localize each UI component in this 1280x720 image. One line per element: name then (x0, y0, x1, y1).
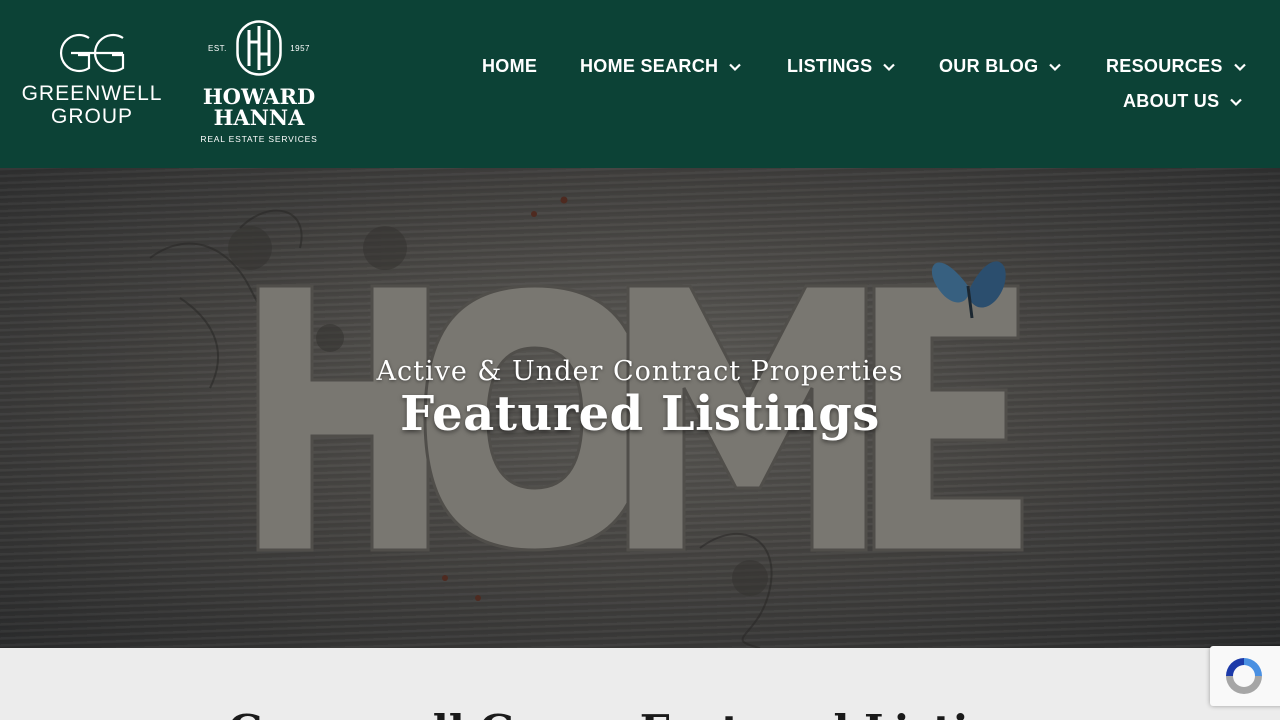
hero-title: Featured Listings (400, 386, 880, 442)
chevron-down-icon (1233, 60, 1247, 74)
chevron-down-icon (1048, 60, 1062, 74)
howard-hanna-wordmark: HOWARD HANNA (196, 86, 322, 128)
nav-our-blog[interactable]: OUR BLOG (939, 56, 1062, 77)
featured-listings-section: Greenwell Group Featured Listings (0, 648, 1280, 720)
nav-listings[interactable]: LISTINGS (787, 56, 896, 77)
nav-home-search-label: HOME SEARCH (580, 56, 719, 76)
recaptcha-badge[interactable] (1210, 646, 1280, 706)
hh-name-line1: HOWARD (202, 84, 316, 109)
nav-home-label: HOME (482, 56, 538, 76)
nav-about-us[interactable]: ABOUT US (1123, 91, 1243, 112)
greenwell-wordmark: GREENWELL GROUP (20, 82, 164, 128)
site-header: GREENWELL GROUP EST. 1957 HOWARD HANNA R… (0, 0, 1280, 168)
hh-tagline: REAL ESTATE SERVICES (200, 134, 318, 144)
howard-hanna-monogram-icon (236, 20, 282, 76)
greenwell-monogram-icon (59, 33, 125, 73)
hero-subtitle: Active & Under Contract Properties (376, 356, 904, 387)
chevron-down-icon (1229, 95, 1243, 109)
nav-resources[interactable]: RESOURCES (1106, 56, 1247, 77)
hh-name-line2: HANNA (213, 105, 305, 130)
nav-home-search[interactable]: HOME SEARCH (580, 56, 742, 77)
hh-est-label: EST. (208, 44, 227, 53)
nav-home[interactable]: HOME (482, 56, 537, 77)
nav-our-blog-label: OUR BLOG (939, 56, 1039, 76)
recaptcha-icon (1226, 658, 1262, 694)
chevron-down-icon (728, 60, 742, 74)
hh-year-label: 1957 (290, 44, 310, 53)
nav-listings-label: LISTINGS (787, 56, 873, 76)
chevron-down-icon (882, 60, 896, 74)
greenwell-group-logo[interactable]: GREENWELL GROUP (20, 30, 164, 130)
greenwell-line1: GREENWELL (21, 82, 163, 105)
nav-about-us-label: ABOUT US (1123, 91, 1220, 111)
howard-hanna-logo[interactable]: EST. 1957 HOWARD HANNA REAL ESTATE SERVI… (196, 20, 322, 146)
nav-resources-label: RESOURCES (1106, 56, 1223, 76)
section-heading: Greenwell Group Featured Listings (0, 706, 1280, 720)
greenwell-line2: GROUP (50, 105, 133, 128)
hero-banner: Active & Under Contract Properties Featu… (0, 168, 1280, 648)
